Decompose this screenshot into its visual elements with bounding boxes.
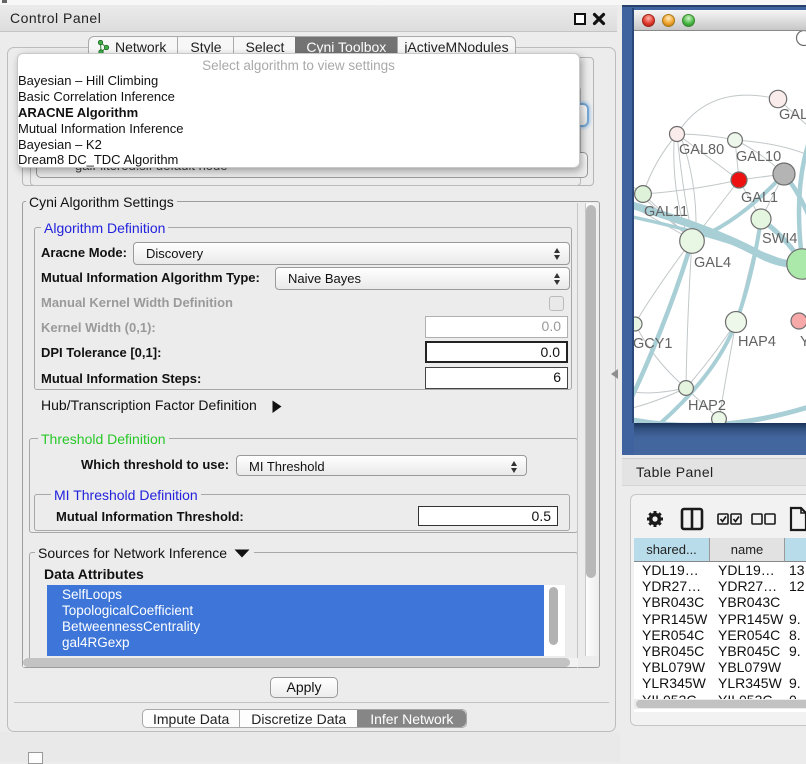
svg-text:HAP4: HAP4: [738, 334, 776, 350]
svg-text:GAL4: GAL4: [694, 255, 731, 271]
svg-text:GAL11: GAL11: [644, 204, 688, 220]
svg-text:Y: Y: [800, 334, 806, 350]
svg-text:HAP2: HAP2: [688, 398, 726, 414]
svg-text:GCY1: GCY1: [634, 336, 673, 352]
svg-text:GAL80: GAL80: [679, 142, 724, 158]
svg-text:GAL1: GAL1: [741, 190, 778, 206]
svg-text:GAL2: GAL2: [779, 107, 806, 123]
svg-text:SWI4: SWI4: [762, 231, 797, 247]
svg-text:GAL10: GAL10: [736, 149, 781, 165]
